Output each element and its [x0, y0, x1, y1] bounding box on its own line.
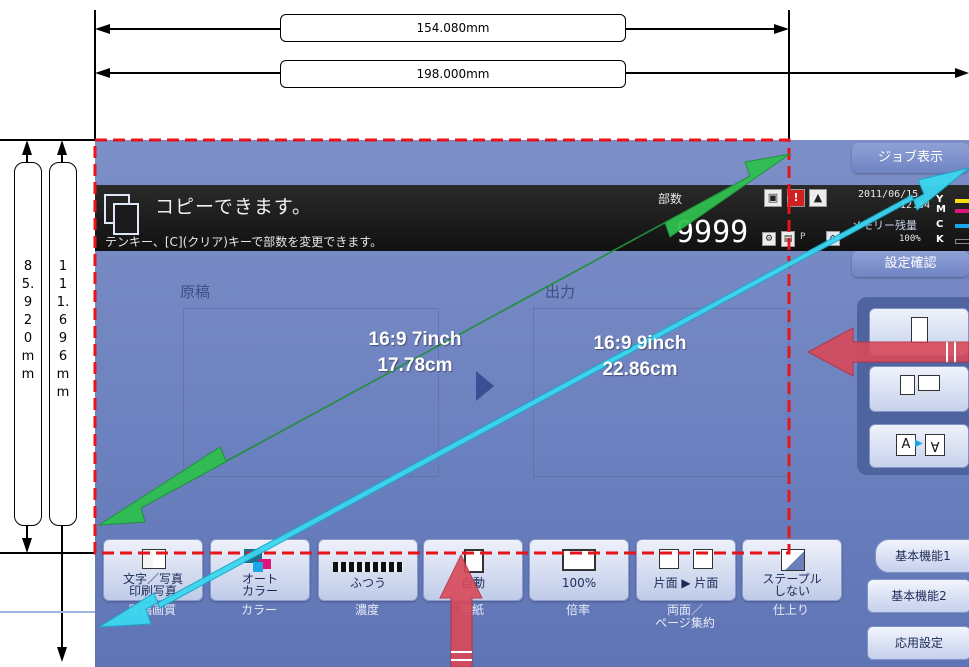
size-7inch-line1: 16:9 7inch: [368, 329, 462, 350]
red-pointer-arrow-bottom: [439, 553, 483, 667]
red-pointer-arrow-right: [806, 327, 969, 377]
size-7inch-line2: 17.78cm: [377, 355, 453, 376]
size-9inch-line1: 16:9 9inch: [593, 333, 687, 354]
diagonal-9inch-arrow: [98, 167, 969, 628]
size-9inch-line2: 22.86cm: [602, 359, 678, 380]
